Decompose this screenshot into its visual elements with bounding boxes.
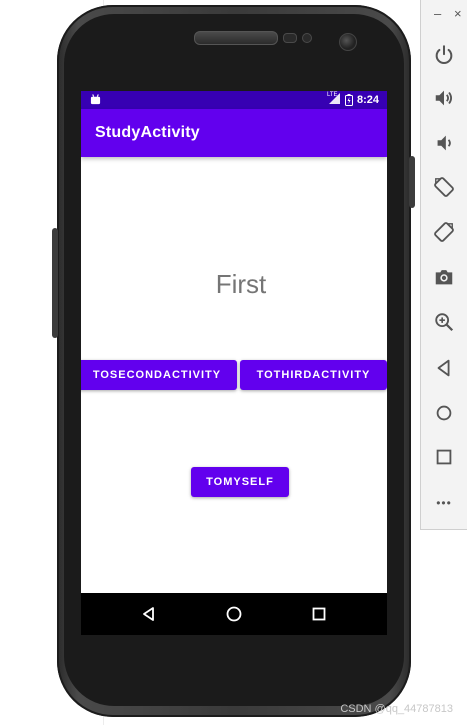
android-icon	[90, 94, 101, 105]
watermark: CSDN @qq_44787813	[340, 703, 453, 715]
minimize-button[interactable]: –	[434, 6, 441, 21]
emulator-toolbar: – × •••	[420, 0, 467, 530]
nav-back-button[interactable]	[136, 601, 162, 627]
power-icon	[435, 45, 453, 64]
app-title: StudyActivity	[95, 124, 200, 141]
rotate-right-button[interactable]	[429, 217, 459, 247]
camera-icon	[435, 270, 453, 285]
volume-up-button[interactable]	[429, 83, 459, 113]
phone-speaker	[194, 31, 278, 45]
more-button[interactable]: •••	[429, 488, 459, 518]
device-screen: LTE 8:24 StudyActivity First TOSECONDACT…	[81, 91, 387, 623]
phone-sensor-dot	[302, 33, 312, 43]
app-bar: StudyActivity	[81, 109, 387, 157]
nav-overview-button[interactable]	[306, 601, 332, 627]
phone-side-button-left	[52, 228, 58, 338]
more-icon: •••	[436, 496, 452, 510]
close-button[interactable]: ×	[454, 6, 462, 21]
network-icon: LTE	[327, 92, 341, 106]
status-time: 8:24	[356, 93, 379, 106]
phone-side-button-right	[409, 156, 415, 208]
zoom-button[interactable]	[429, 307, 459, 337]
phone-sensor	[283, 33, 297, 43]
rotate-left-button[interactable]	[429, 172, 459, 202]
volume-down-icon	[437, 135, 451, 151]
emulator-overview-button[interactable]	[429, 442, 459, 472]
navigation-bar	[81, 593, 387, 635]
battery-icon	[344, 93, 353, 106]
screenshot-button[interactable]	[429, 262, 459, 292]
nav-home-button[interactable]	[221, 601, 247, 627]
emulator-back-button[interactable]	[429, 353, 459, 383]
home-icon	[436, 405, 452, 421]
front-camera	[339, 33, 357, 51]
rotate-right-icon	[434, 222, 454, 242]
status-bar: LTE 8:24	[81, 91, 387, 109]
to-third-activity-button[interactable]: TOTHIRDACTIVITY	[240, 360, 387, 390]
overview-icon	[436, 449, 452, 465]
to-second-activity-button[interactable]: TOSECONDACTIVITY	[81, 360, 237, 390]
volume-down-button[interactable]	[429, 128, 459, 158]
back-icon	[437, 359, 450, 377]
content-text: First	[215, 269, 267, 299]
back-triangle-icon	[143, 607, 154, 621]
zoom-icon	[435, 313, 454, 332]
rotate-left-icon	[434, 177, 454, 197]
to-myself-button[interactable]: TOMYSELF	[191, 467, 289, 497]
overview-square-icon	[312, 607, 326, 621]
power-button[interactable]	[429, 40, 459, 70]
home-circle-icon	[226, 606, 242, 622]
volume-up-icon	[435, 90, 453, 106]
emulator-home-button[interactable]	[429, 398, 459, 428]
